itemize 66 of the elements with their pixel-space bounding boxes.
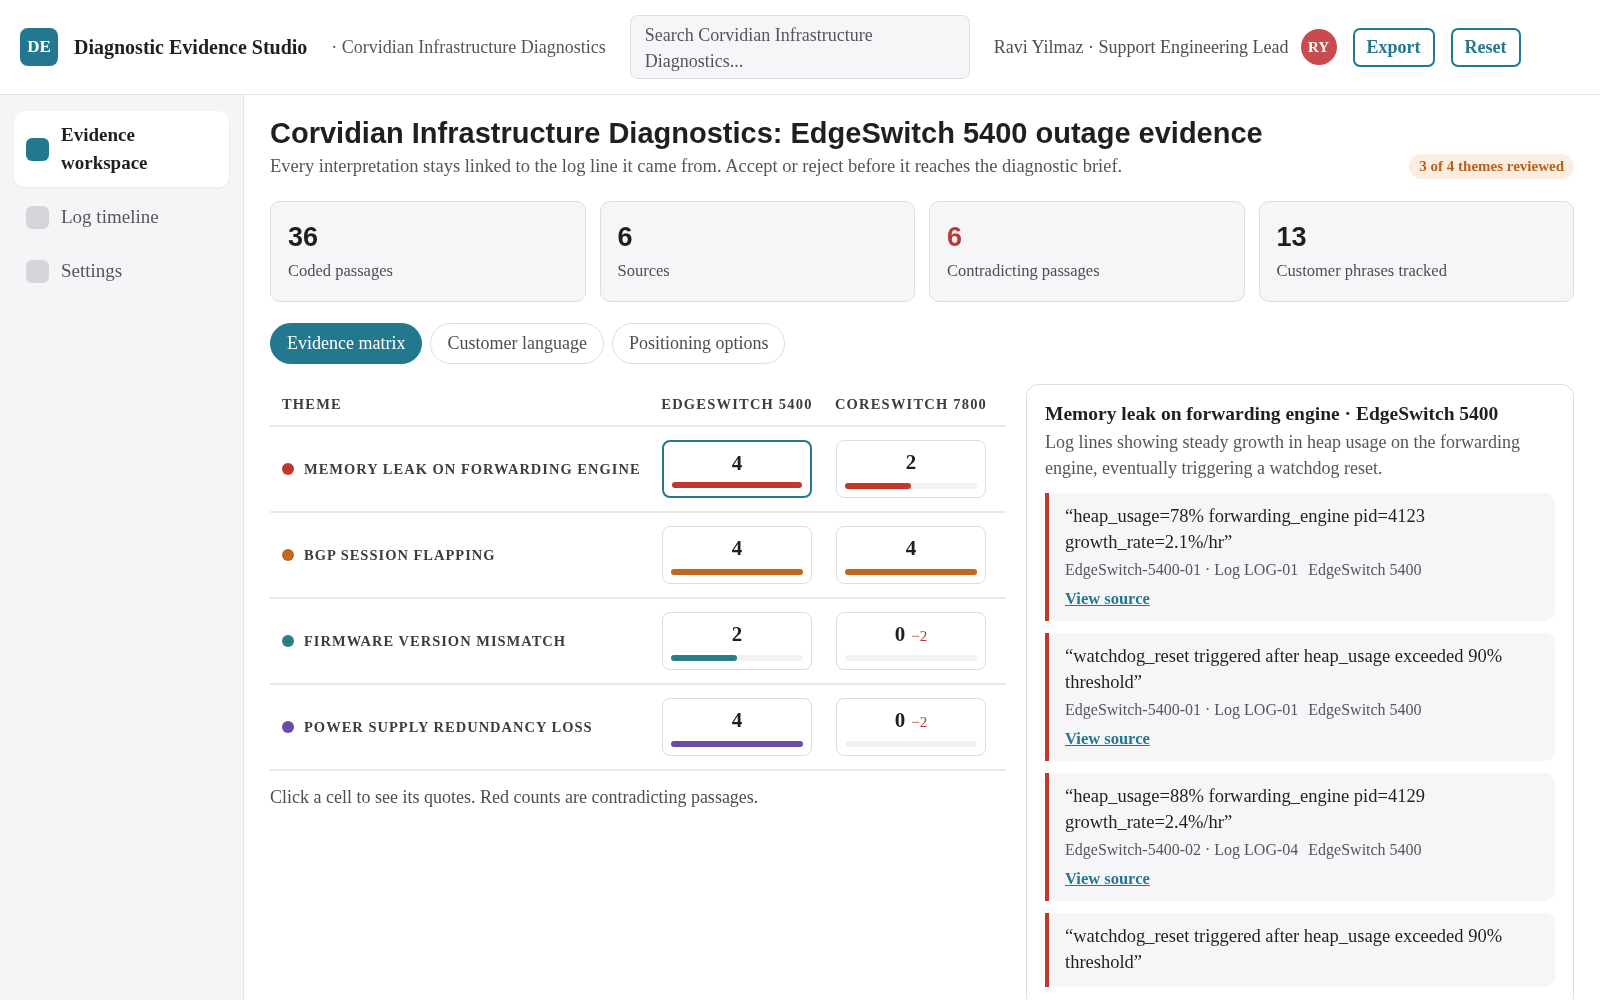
view-tab[interactable]: Customer language bbox=[430, 323, 604, 364]
column-header: THEME bbox=[282, 396, 343, 413]
passage-count: 2 bbox=[905, 451, 917, 473]
stat-label: Coded passages bbox=[288, 261, 394, 281]
user-name: Ravi Yilmaz · Support Engineering Lead bbox=[993, 36, 1289, 58]
view-source-link[interactable]: View source bbox=[1065, 869, 1150, 889]
matrix-cell[interactable]: 4 bbox=[836, 526, 986, 584]
workspace-name: · Corvidian Infrastructure Diagnostics bbox=[331, 36, 606, 58]
sidebar-item[interactable]: Settings bbox=[14, 247, 229, 295]
matrix-note: Click a cell to see its quotes. Red counts are contradicting passages. bbox=[270, 787, 760, 808]
detail-title: Memory leak on forwarding engine · EdgeSwitch 5400 bbox=[1045, 403, 1500, 425]
stat-value: 6 bbox=[617, 222, 634, 253]
view-tab[interactable]: Evidence matrix bbox=[270, 323, 423, 364]
quote-text: “heap_usage=78% forwarding_engine pid=4123 growth_rate=2.1%/hr” bbox=[1065, 505, 1426, 554]
review-badge: 3 of 4 themes reviewed bbox=[1409, 154, 1574, 179]
quote-source: EdgeSwitch-5400-01 · Log LOG-01 bbox=[1065, 561, 1299, 579]
reset-button[interactable]: Reset bbox=[1450, 27, 1521, 67]
passage-count: 0 bbox=[894, 709, 906, 731]
theme-name: MEMORY LEAK ON FORWARDING ENGINE bbox=[304, 460, 641, 478]
stat-label: Sources bbox=[617, 261, 671, 281]
passage-count: 4 bbox=[731, 452, 743, 474]
quote-source: EdgeSwitch-5400-01 · Log LOG-01 bbox=[1065, 701, 1299, 719]
quote-text: “watchdog_reset triggered after heap_usage exceeded 90% threshold” bbox=[1065, 925, 1504, 974]
view-source-link[interactable]: View source bbox=[1065, 589, 1150, 609]
page-title: Corvidian Infrastructure Diagnostics: EdgeSwitch 5400 outage evidence bbox=[270, 117, 1264, 150]
matrix-cell[interactable]: 0 −2 bbox=[836, 698, 986, 756]
column-header: EDGESWITCH 5400 bbox=[660, 396, 814, 413]
app-logo: DE bbox=[20, 28, 58, 66]
theme-name: BGP SESSION FLAPPING bbox=[304, 546, 496, 564]
view-source-link[interactable]: View source bbox=[1065, 729, 1150, 749]
quote-product: EdgeSwitch 5400 bbox=[1308, 561, 1422, 579]
detail-description: Log lines showing steady growth in heap usage on the forwarding engine, eventually triggering a watchdog reset. bbox=[1045, 431, 1521, 480]
passage-count: 4 bbox=[731, 537, 743, 559]
stat-label: Contradicting passages bbox=[947, 261, 1101, 281]
matrix-cell[interactable]: 4 bbox=[662, 440, 812, 498]
stat-value: 36 bbox=[288, 222, 320, 253]
passage-count: 4 bbox=[731, 709, 743, 731]
theme-name: FIRMWARE VERSION MISMATCH bbox=[304, 632, 567, 650]
app-title: Diagnostic Evidence Studio bbox=[74, 35, 308, 59]
passage-count: 0 bbox=[894, 623, 906, 645]
view-tab[interactable]: Positioning options bbox=[611, 323, 786, 364]
matrix-cell[interactable]: 2 bbox=[836, 440, 986, 498]
matrix-cell[interactable]: 4 bbox=[662, 698, 812, 756]
column-header: CORESWITCH 7800 bbox=[833, 396, 989, 413]
quote-text: “heap_usage=88% forwarding_engine pid=4129 growth_rate=2.4%/hr” bbox=[1065, 785, 1426, 834]
sidebar-item[interactable]: Evidence workspace bbox=[14, 111, 229, 187]
stat-label: Customer phrases tracked bbox=[1276, 261, 1448, 281]
quote-product: EdgeSwitch 5400 bbox=[1308, 841, 1422, 859]
matrix-cell[interactable]: 0 −2 bbox=[836, 612, 986, 670]
quote-source: EdgeSwitch-5400-02 · Log LOG-04 bbox=[1065, 841, 1299, 859]
quote-product: EdgeSwitch 5400 bbox=[1308, 701, 1422, 719]
sidebar-item[interactable]: Log timeline bbox=[14, 193, 229, 241]
matrix-cell[interactable]: 4 bbox=[662, 526, 812, 584]
theme-name: POWER SUPPLY REDUNDANCY LOSS bbox=[304, 718, 593, 736]
matrix-cell[interactable]: 2 bbox=[662, 612, 812, 670]
quote-text: “watchdog_reset triggered after heap_usage exceeded 90% threshold” bbox=[1065, 645, 1504, 694]
stat-value: 6 bbox=[947, 222, 964, 253]
contradiction-count: −2 bbox=[911, 628, 928, 645]
page-subtitle: Every interpretation stays linked to the log line it came from. Accept or reject before it reaches the diagnostic brief. bbox=[270, 156, 1123, 177]
passage-count: 2 bbox=[731, 623, 743, 645]
stat-value: 13 bbox=[1276, 222, 1308, 253]
user-avatar[interactable]: RY bbox=[1300, 29, 1337, 65]
search-field[interactable]: Search Corvidian Infrastructure Diagnostics... bbox=[629, 15, 970, 79]
contradiction-count: −2 bbox=[911, 714, 928, 731]
passage-count: 4 bbox=[905, 537, 917, 559]
export-button[interactable]: Export bbox=[1352, 27, 1435, 67]
